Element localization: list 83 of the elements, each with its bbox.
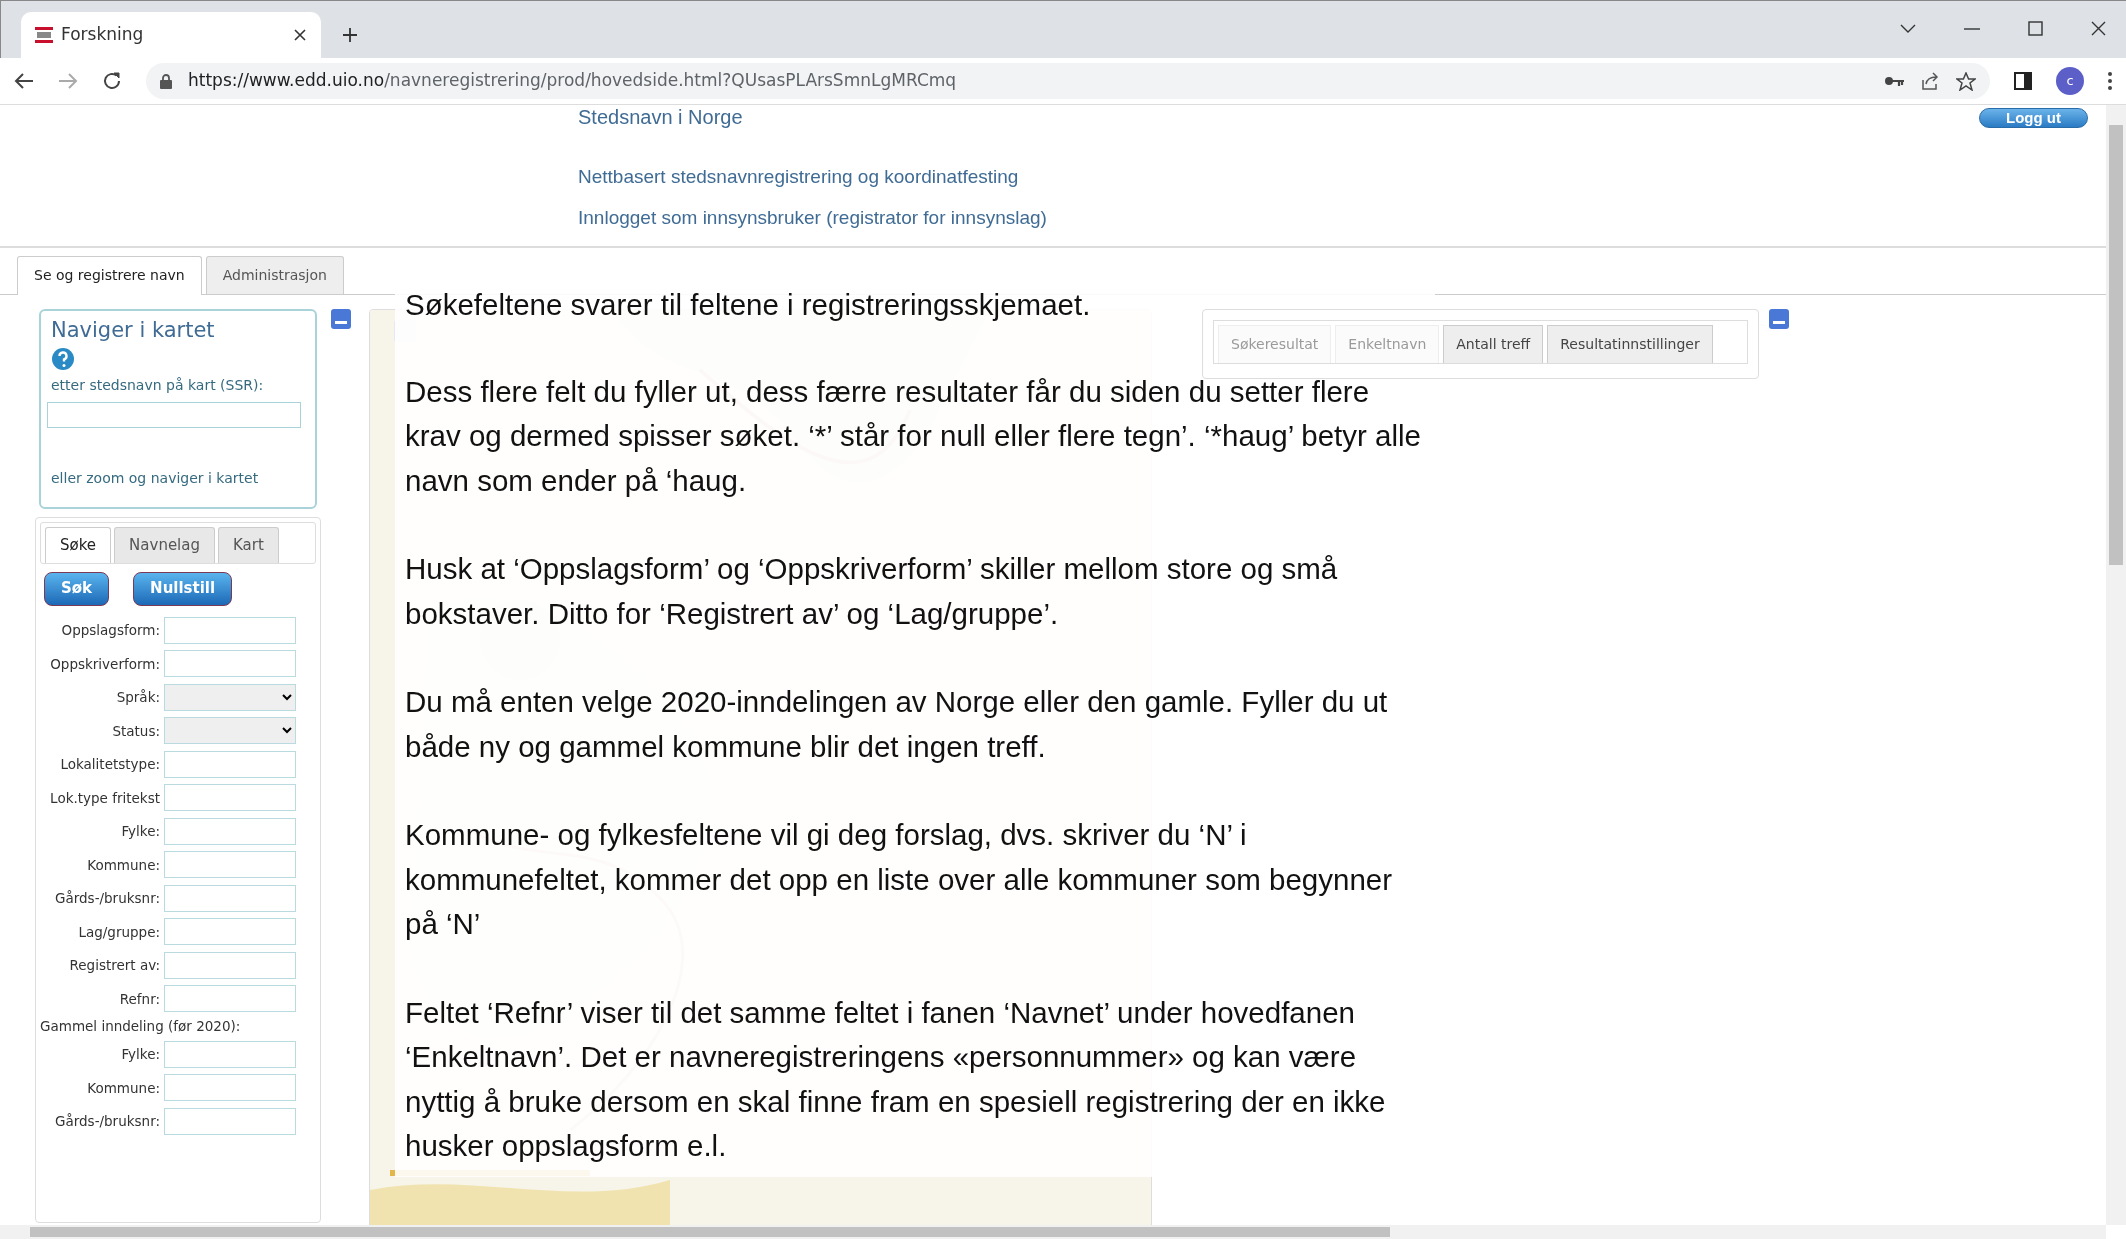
site-subtitle: Nettbasert stedsnavnregistrering og koordinatfesting [578, 165, 1019, 189]
input-field[interactable] [164, 817, 296, 845]
field-label: Registrert av: [68, 956, 161, 976]
field-label: Lok.type fritekst [49, 788, 161, 808]
field-label: Oppskriverform: [49, 654, 161, 674]
tab[interactable]: Se og registrere navn [17, 256, 202, 295]
hint-text: eller zoom og naviger i kartet [51, 469, 260, 488]
vertical-scrollbar[interactable] [2106, 105, 2126, 1225]
site-favicon [35, 27, 53, 43]
scroll-thumb[interactable] [30, 1227, 1390, 1237]
reset-button[interactable]: Nullstill [133, 571, 233, 606]
tab: Enkeltnavn [1335, 325, 1440, 363]
dropdown-field[interactable] [164, 683, 296, 711]
star-icon[interactable] [1956, 71, 1976, 91]
tab[interactable]: Kart [218, 527, 279, 563]
help-paragraph: Husk at ‘Oppslagsform’ og ‘Oppskriverform’ skiller mellom store og små bokstaver. Ditto for ‘Registrert av’ og ‘Lag/gruppe’. [405, 551, 1339, 632]
back-icon[interactable] [14, 72, 34, 90]
field-label: Lag/gruppe: [77, 922, 161, 942]
tab[interactable]: Administrasjon [205, 256, 344, 294]
input-field[interactable] [164, 918, 296, 946]
logout-button[interactable]: Logg ut [1979, 108, 2088, 128]
help-icon[interactable] [51, 347, 75, 371]
input-field[interactable] [164, 1107, 296, 1135]
field-label: Oppslagsform: [60, 621, 161, 641]
input-field[interactable] [164, 851, 296, 879]
input-field[interactable] [164, 1074, 296, 1102]
url-text: https://www.edd.uio.no/navneregistrering/prod/hovedside.html?QUsasPLArsSmnLgMRCmq [188, 69, 958, 93]
search-button[interactable]: Søk [44, 571, 110, 606]
input-field[interactable] [164, 884, 296, 912]
close-icon[interactable] [2091, 21, 2106, 36]
input-field[interactable] [164, 951, 296, 979]
field-label: Språk: [115, 688, 161, 708]
profile-avatar[interactable]: c [2056, 67, 2084, 95]
field-label: Gårds-/bruksnr: [54, 889, 161, 909]
section-label: Gammel inndeling (før 2020): [40, 1016, 242, 1036]
tab[interactable]: Resultatinnstillinger [1547, 325, 1713, 363]
tab[interactable]: Navnelag [114, 527, 215, 563]
collapse-icon[interactable] [1769, 309, 1789, 329]
browser-tab[interactable]: Forskning [21, 12, 321, 58]
field-label: Gårds-/bruksnr: [54, 1112, 161, 1132]
collapse-icon[interactable] [331, 309, 351, 329]
input-field[interactable] [164, 616, 296, 644]
lock-icon [160, 73, 172, 89]
more-icon[interactable] [2108, 72, 2112, 90]
input-field[interactable] [164, 784, 296, 812]
field-label: Kommune: [86, 1078, 161, 1098]
new-tab-icon[interactable] [341, 26, 359, 44]
help-paragraph: Søkefeltene svarer til feltene i registreringsskjemaet. [405, 287, 1092, 323]
forward-icon[interactable] [58, 72, 78, 90]
field-label: Fylke: [120, 1045, 161, 1065]
minimize-icon[interactable] [1964, 26, 1980, 31]
key-icon[interactable] [1884, 75, 1904, 87]
search-field[interactable] [47, 402, 301, 428]
help-paragraph: Dess flere felt du fyller ut, dess færre resultater får du siden du setter flere krav og dermed spisser søket. ‘*’ står for null eller flere tegn’. ‘*haug’ betyr alle navn som ender på ‘haug. [405, 373, 1422, 499]
help-paragraph: Du må enten velge 2020-inndelingen av Norge eller den gamle. Fyller du ut både ny og gammel kommune blir det ingen treff. [405, 684, 1389, 765]
tab[interactable]: Antall treff [1443, 325, 1544, 363]
side-panel-icon[interactable] [2014, 72, 2032, 90]
maximize-icon[interactable] [2028, 21, 2043, 36]
field-label: Refnr: [118, 989, 161, 1009]
field-label: etter stedsnavn på kart (SSR): [51, 376, 265, 395]
help-paragraph: Feltet ‘Refnr’ viser til det samme feltet i fanen ‘Navnet’ under hovedfanen ‘Enkeltnavn’. Det er navneregistreringens «personnummer» og kan være nyttig å bruke dersom en skal finne fram en spesiell registrering der en ikke husker oppslagsform e.l. [405, 994, 1387, 1164]
scroll-thumb[interactable] [2109, 125, 2123, 565]
field-label: Lokalitetstype: [59, 755, 161, 775]
tab[interactable]: Søke [45, 527, 112, 563]
horizontal-scrollbar[interactable] [0, 1225, 2106, 1239]
field-label: Status: [111, 721, 161, 741]
panel-title: Naviger i kartet [51, 317, 216, 344]
field-label: Kommune: [86, 855, 161, 875]
reload-icon[interactable] [102, 71, 122, 91]
share-icon[interactable] [1920, 72, 1940, 90]
close-icon[interactable] [293, 28, 307, 42]
tab: Søkeresultat [1218, 325, 1332, 363]
input-field[interactable] [164, 1040, 296, 1068]
chevron-down-icon[interactable] [1900, 23, 1916, 34]
address-bar[interactable]: https://www.edd.uio.no/navneregistrering/prod/hovedside.html?QUsasPLArsSmnLgMRCmq [146, 63, 1990, 99]
help-paragraph: Kommune- og fylkesfeltene vil gi deg forslag, dvs. skriver du ‘N’ i kommunefeltet, kommer det opp en liste over alle kommuner som begynner på ‘N’ [405, 817, 1394, 942]
login-status: Innlogget som innsynsbruker (registrator for innsynslag) [578, 206, 1047, 230]
site-title: Stedsnavn i Norge [578, 105, 743, 130]
input-field[interactable] [164, 985, 296, 1013]
input-field[interactable] [164, 750, 296, 778]
field-label: Fylke: [120, 822, 161, 842]
input-field[interactable] [164, 650, 296, 678]
dropdown-field[interactable] [164, 717, 296, 745]
